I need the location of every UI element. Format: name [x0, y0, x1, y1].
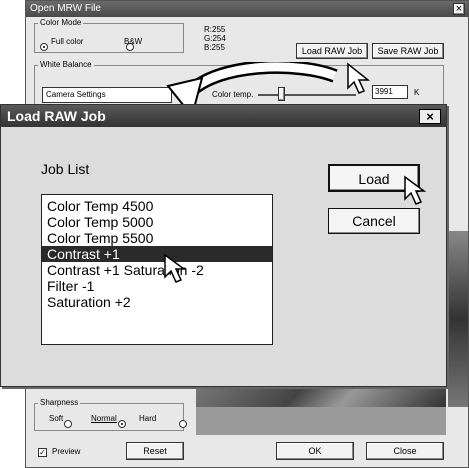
checkmark-icon: ✓: [39, 448, 46, 457]
sharpness-label: Sharpness: [38, 398, 81, 407]
reset-button[interactable]: Reset: [126, 442, 184, 460]
arrow-cursor-icon: [347, 62, 371, 94]
list-item[interactable]: Saturation +2: [42, 294, 272, 310]
soft-label[interactable]: Soft: [49, 414, 63, 423]
job-list[interactable]: Color Temp 4500 Color Temp 5000 Color Te…: [41, 194, 273, 345]
load-raw-job-button[interactable]: Load RAW Job: [296, 43, 368, 59]
preview-label[interactable]: Preview: [52, 447, 80, 456]
image-preview: [196, 387, 446, 407]
kelvin-unit: K: [414, 88, 420, 97]
g-readout: G:254: [204, 34, 226, 43]
dialog-title: Load RAW Job: [1, 105, 446, 127]
b-readout: B:255: [204, 43, 225, 52]
load-raw-job-dialog: Load RAW Job × Job List Color Temp 4500 …: [0, 104, 447, 387]
list-item[interactable]: Color Temp 4500: [42, 198, 272, 214]
normal-label[interactable]: Normal: [91, 414, 117, 423]
hard-label[interactable]: Hard: [139, 414, 156, 423]
arrow-cursor-icon: [404, 175, 427, 205]
close-button[interactable]: Close: [366, 442, 444, 460]
color-temp-value: 3991: [375, 87, 393, 96]
window-title: Open MRW File: [26, 1, 468, 17]
list-item[interactable]: Color Temp 5500: [42, 230, 272, 246]
job-list-label: Job List: [41, 161, 90, 177]
dialog-close-icon[interactable]: ×: [419, 109, 441, 124]
soft-radio[interactable]: [63, 420, 72, 428]
list-item[interactable]: Color Temp 5000: [42, 214, 272, 230]
white-balance-select-value: Camera Settings: [46, 90, 106, 99]
list-item-selected[interactable]: Contrast +1: [42, 246, 272, 262]
color-mode-label: Color Mode: [38, 18, 84, 27]
list-item[interactable]: Contrast +1 Saturation -2: [42, 262, 272, 278]
ok-button[interactable]: OK: [276, 442, 354, 460]
preview-checkbox[interactable]: ✓: [38, 448, 47, 457]
r-readout: R:255: [204, 25, 226, 34]
image-preview-bottom: [196, 407, 446, 435]
bw-label[interactable]: B&W: [124, 37, 142, 46]
arrow-cursor-icon: [164, 253, 187, 283]
hard-radio[interactable]: [178, 420, 187, 428]
full-color-radio[interactable]: [40, 43, 48, 51]
image-preview-right: [448, 231, 468, 407]
list-item[interactable]: Filter -1: [42, 278, 272, 294]
color-temp-input[interactable]: 3991: [372, 85, 408, 99]
close-icon[interactable]: ×: [453, 3, 465, 15]
white-balance-label: White Balance: [38, 60, 94, 69]
cancel-button[interactable]: Cancel: [328, 208, 420, 234]
save-raw-job-button[interactable]: Save RAW Job: [372, 43, 444, 59]
full-color-label[interactable]: Full color: [51, 37, 83, 46]
